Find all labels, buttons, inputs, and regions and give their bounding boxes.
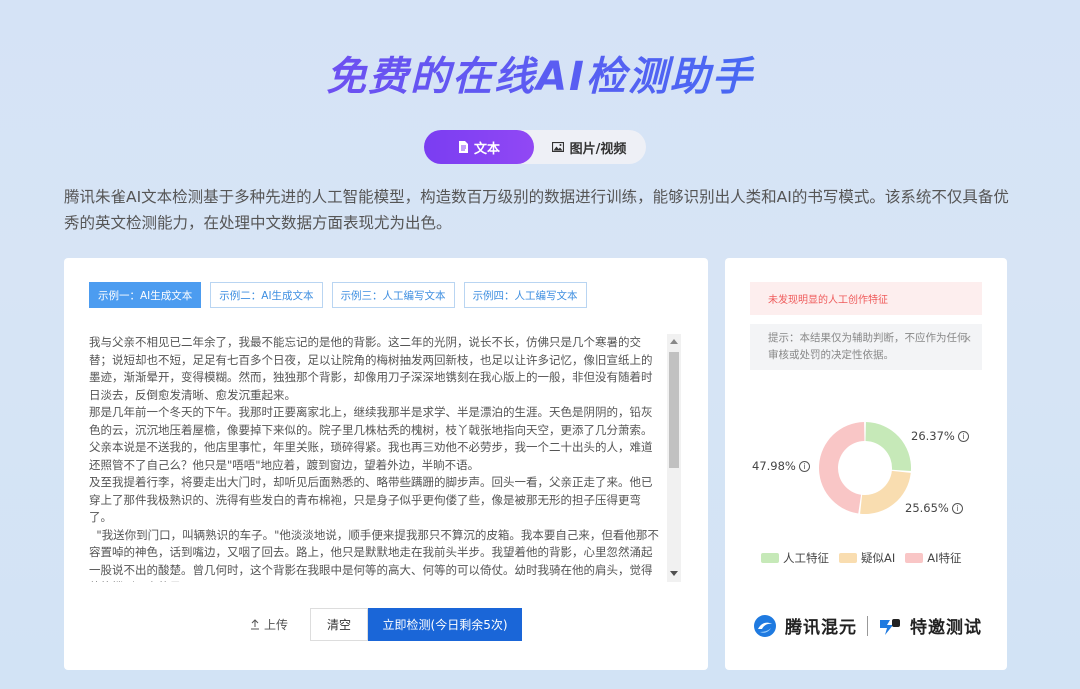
mode-tabs: 文本 图片/视频 bbox=[424, 130, 646, 164]
result-panel: 未发现明显的人工创作特征 提示：本结果仅为辅助判断，不应作为任何审核或处罚的决定… bbox=[725, 258, 1007, 670]
tab-text-label: 文本 bbox=[473, 141, 500, 157]
result-hint: 提示：本结果仅为辅助判断，不应作为任何审核或处罚的决定性依据。 × bbox=[750, 324, 982, 370]
pct-ai: 47.98% i bbox=[752, 459, 810, 473]
scroll-up-icon[interactable] bbox=[670, 339, 678, 344]
pct-suspect: 25.65% i bbox=[905, 501, 963, 515]
image-icon bbox=[551, 142, 564, 152]
legend-swatch bbox=[839, 553, 857, 563]
legend-human: 人工特征 bbox=[761, 550, 829, 566]
pct-suspect-value: 25.65% bbox=[905, 501, 949, 515]
logo-separator bbox=[867, 615, 868, 636]
legend-suspect: 疑似AI bbox=[839, 550, 895, 566]
legend-swatch bbox=[761, 553, 779, 563]
special-test-logo-icon bbox=[880, 618, 900, 635]
chart-legend: 人工特征 疑似AI AI特征 bbox=[761, 550, 962, 566]
input-panel: 示例一：AI生成文本 示例二：AI生成文本 示例三：人工编写文本 示例四：人工编… bbox=[64, 258, 708, 670]
result-warning: 未发现明显的人工创作特征 bbox=[750, 282, 982, 315]
hunyuan-logo-icon bbox=[754, 614, 776, 637]
info-icon[interactable]: i bbox=[957, 430, 969, 442]
scroll-down-icon[interactable] bbox=[670, 571, 678, 576]
tab-image-video[interactable]: 图片/视频 bbox=[534, 130, 644, 164]
donut-slice-1[interactable] bbox=[860, 470, 911, 514]
partner-logos: 腾讯混元 特邀测试 bbox=[753, 613, 982, 638]
donut-slice-2[interactable] bbox=[819, 422, 865, 514]
scroll-thumb[interactable] bbox=[669, 352, 679, 468]
info-icon[interactable]: i bbox=[951, 502, 963, 514]
text-input[interactable]: 我与父亲不相见已二年余了，我最不能忘记的是他的背影。这二年的光阴，说长不长，仿佛… bbox=[89, 334, 681, 582]
example-4-button[interactable]: 示例四：人工编写文本 bbox=[463, 282, 587, 308]
document-icon bbox=[458, 141, 468, 153]
clear-button[interactable]: 清空 bbox=[310, 608, 369, 641]
tab-text[interactable]: 文本 bbox=[424, 130, 534, 164]
pct-human-value: 26.37% bbox=[911, 429, 955, 443]
upload-button[interactable]: 上传 bbox=[244, 609, 294, 641]
hint-text: 提示：本结果仅为辅助判断，不应作为任何审核或处罚的决定性依据。 bbox=[768, 332, 968, 361]
info-icon[interactable]: i bbox=[798, 460, 810, 472]
tab-image-video-label: 图片/视频 bbox=[569, 141, 627, 157]
article-text: 我与父亲不相见已二年余了，我最不能忘记的是他的背影。这二年的光阴，说长不长，仿佛… bbox=[89, 335, 659, 582]
page-title: 免费的在线AI检测助手 bbox=[0, 44, 1080, 102]
legend-ai: AI特征 bbox=[905, 550, 962, 566]
donut-slice-0[interactable] bbox=[865, 422, 911, 472]
legend-suspect-label: 疑似AI bbox=[861, 551, 896, 565]
upload-icon bbox=[251, 619, 259, 630]
hunyuan-logo-text: 腾讯混元 bbox=[785, 618, 857, 638]
example-1-button[interactable]: 示例一：AI生成文本 bbox=[89, 282, 202, 308]
intro-text: 腾讯朱雀AI文本检测基于多种先进的人工智能模型，构造数百万级别的数据进行训练，能… bbox=[64, 188, 1009, 232]
example-3-button[interactable]: 示例三：人工编写文本 bbox=[331, 282, 455, 308]
scrollbar[interactable] bbox=[667, 334, 681, 582]
upload-label: 上传 bbox=[264, 618, 289, 632]
special-test-logo-text: 特邀测试 bbox=[910, 618, 982, 638]
example-buttons: 示例一：AI生成文本 示例二：AI生成文本 示例三：人工编写文本 示例四：人工编… bbox=[89, 282, 587, 308]
legend-ai-label: AI特征 bbox=[927, 551, 962, 565]
action-bar: 上传 清空 立即检测(今日剩余5次) bbox=[244, 608, 523, 641]
legend-human-label: 人工特征 bbox=[783, 551, 829, 565]
example-2-button[interactable]: 示例二：AI生成文本 bbox=[210, 282, 323, 308]
pct-human: 26.37% i bbox=[911, 429, 969, 443]
legend-swatch bbox=[905, 553, 924, 563]
close-icon[interactable]: × bbox=[963, 330, 972, 347]
result-donut-chart bbox=[819, 422, 911, 514]
detect-button[interactable]: 立即检测(今日剩余5次) bbox=[368, 608, 523, 641]
pct-ai-value: 47.98% bbox=[752, 459, 796, 473]
